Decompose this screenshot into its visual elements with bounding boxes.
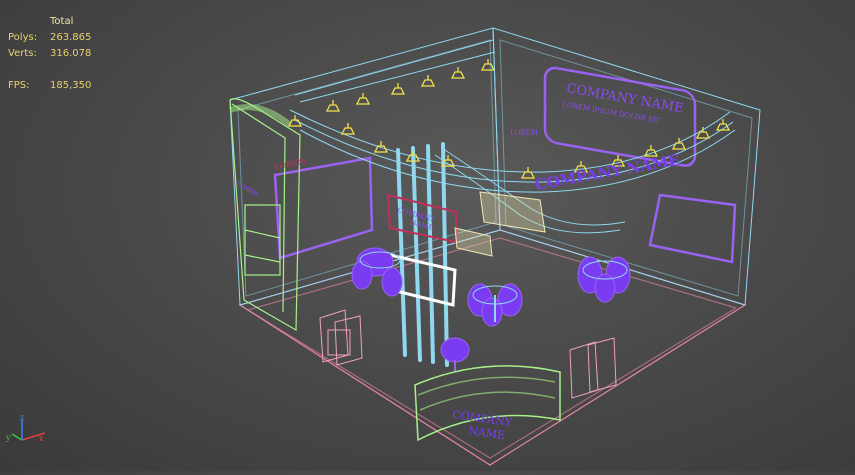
3d-viewport[interactable]: COMPANY NAME LOREM IPSUM DOLOR SIT LOREM… (0, 0, 855, 471)
fps-value: 185,350 (50, 80, 92, 91)
stats-polys-row: Polys: 263.865 (8, 30, 91, 46)
table-set-right (577, 256, 631, 303)
stats-verts-row: Verts: 316.078 (8, 46, 91, 62)
table-set-center (467, 283, 523, 327)
left-column-lorem: LOREM (235, 181, 259, 199)
polys-label: Polys: (8, 32, 38, 43)
display-stand-left (319, 309, 363, 366)
left-column-green (229, 98, 301, 332)
verts-label: Verts: (8, 48, 37, 59)
fps-label: FPS: (8, 80, 30, 91)
booth-wireframe-scene: COMPANY NAME LOREM IPSUM DOLOR SIT LOREM… (5, 27, 761, 466)
stats-header: Total (50, 16, 74, 27)
verts-value: 316.078 (50, 48, 92, 59)
display-stand-right (569, 337, 617, 399)
arc-company-name: COMPANY NAME (534, 151, 681, 194)
axis-z-label: z (20, 413, 24, 422)
stool (440, 337, 470, 372)
viewport-statistics-overlay: Total Polys: 263.865 Verts: 316.078 FPS:… (8, 14, 91, 94)
vertical-tubes (396, 142, 449, 367)
axis-y-label: y (5, 433, 11, 442)
back-counters (454, 191, 546, 257)
axis-x-label: x (39, 434, 44, 443)
curve-lorem-text: LOREM (510, 129, 538, 137)
polys-value: 263.865 (50, 32, 92, 43)
axis-gizmo: x y z (5, 413, 46, 443)
stats-fps-row: FPS: 185,350 (8, 78, 91, 94)
